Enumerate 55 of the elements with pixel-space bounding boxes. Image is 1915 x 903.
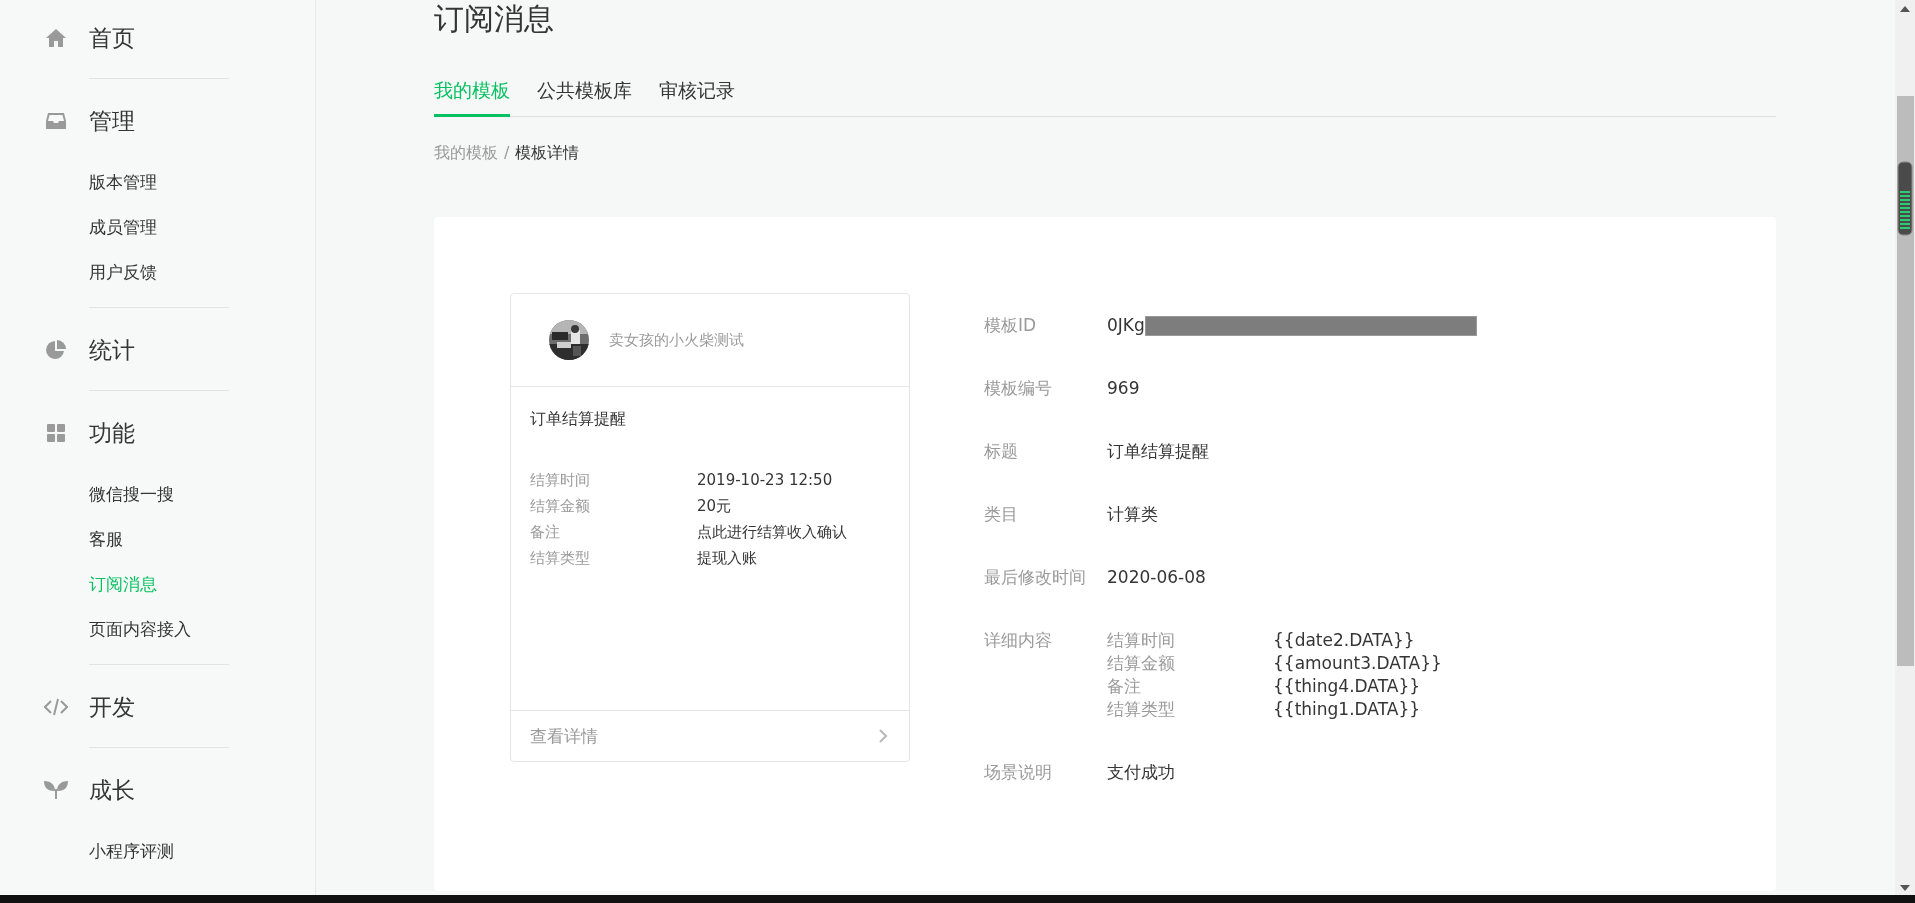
detail-value: 2020-06-08 [1107,566,1207,588]
detail-label: 模板编号 [984,377,1053,399]
field-label: 结算时间 [1107,629,1176,651]
grid-icon [44,421,68,445]
sidebar-item[interactable]: 客服 [89,517,123,562]
account-name: 卖女孩的小火柴测试 [609,330,744,350]
field-label: 备注 [530,522,561,543]
scrollbar-thumb[interactable] [1897,161,1913,236]
sidebar-item[interactable]: 页面内容接入 [89,607,191,652]
field-value: 提现入账 [697,548,758,569]
detail-label: 场景说明 [984,761,1053,783]
field-value: 点此进行结算收入确认 [697,522,847,543]
detail-label: 标题 [984,440,1019,462]
detail-value: 支付成功 [1107,761,1176,783]
sidebar-heading[interactable]: 开发 [89,691,135,723]
sidebar-item[interactable]: 用户反馈 [89,250,157,295]
sidebar-heading[interactable]: 功能 [89,417,135,449]
detail-label: 详细内容 [984,629,1053,651]
sprout-icon [44,781,68,799]
template-variable: {{date2.DATA}} [1273,629,1416,651]
tab[interactable]: 审核记录 [659,78,735,117]
tab[interactable]: 公共模板库 [537,78,632,117]
field-label: 结算类型 [1107,698,1176,720]
sidebar-heading[interactable]: 管理 [89,105,135,137]
field-value: 2019-10-23 12:50 [697,470,834,491]
sidebar-heading[interactable]: 成长 [89,774,135,806]
sidebar-item[interactable]: 成员管理 [89,205,157,250]
template-variable: {{amount3.DATA}} [1273,652,1443,674]
pie-chart-icon [44,338,68,362]
template-variable: {{thing4.DATA}} [1273,675,1421,697]
page-title: 订阅消息 [434,0,554,38]
field-value: 20元 [697,496,733,517]
field-label: 结算类型 [530,548,591,569]
field-label: 结算时间 [530,470,591,491]
field-label: 结算金额 [530,496,591,517]
detail-value: 0JKg [1107,315,1145,335]
detail-value: 计算类 [1107,503,1159,525]
field-label: 结算金额 [1107,652,1176,674]
detail-label: 类目 [984,503,1019,525]
detail-value: 订单结算提醒 [1107,440,1210,462]
sidebar-item[interactable]: 微信搜一搜 [89,472,174,517]
message-title: 订单结算提醒 [530,409,626,430]
sidebar-heading[interactable]: 统计 [89,334,135,366]
sidebar-heading[interactable]: 首页 [89,22,135,54]
detail-label: 最后修改时间 [984,566,1087,588]
breadcrumb-current: 模板详情 [515,143,580,164]
detail-value: 969 [1107,377,1141,399]
field-label: 备注 [1107,675,1142,697]
home-icon [44,26,68,50]
detail-label: 模板ID [984,314,1038,336]
chevron-right-icon [878,728,888,744]
sidebar-item[interactable]: 版本管理 [89,160,157,205]
sidebar-item[interactable]: 小程序评测 [89,829,174,874]
template-variable: {{thing1.DATA}} [1273,698,1421,720]
breadcrumb-separator: / [504,143,510,164]
